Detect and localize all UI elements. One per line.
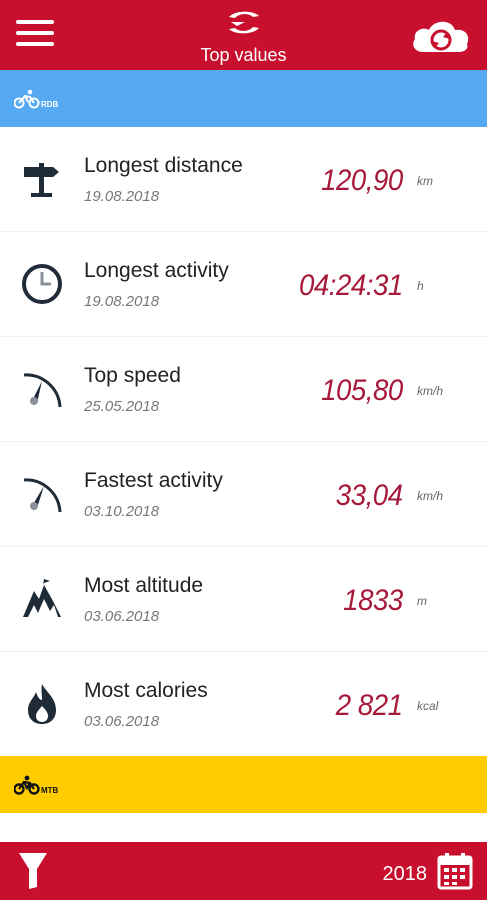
record-value: 120,90 xyxy=(321,164,403,197)
record-value: 2 821 xyxy=(336,689,403,722)
filter-icon[interactable] xyxy=(18,851,48,891)
record-unit: kcal xyxy=(417,699,439,713)
record-unit: m xyxy=(417,594,427,608)
year-selector-label[interactable]: 2018 xyxy=(383,863,428,886)
record-value: 33,04 xyxy=(336,479,403,512)
record-unit: km xyxy=(417,174,433,188)
category-road[interactable]: RDB xyxy=(0,70,487,127)
records-list: Longest distance 19.08.2018 120,90 km Lo… xyxy=(0,127,487,757)
record-unit: h xyxy=(417,279,424,293)
category-road-label: RDB xyxy=(41,99,59,109)
app-header: Top values xyxy=(0,0,487,70)
record-title: Longest distance xyxy=(84,154,243,177)
flame-icon xyxy=(28,684,56,724)
record-title: Fastest activity xyxy=(84,469,223,492)
record-date: 03.06.2018 xyxy=(84,608,160,625)
record-most-calories[interactable]: Most calories 03.06.2018 2 821 kcal xyxy=(0,652,487,757)
app-footer: 2018 xyxy=(0,842,487,900)
record-value: 105,80 xyxy=(321,374,403,407)
record-date: 03.06.2018 xyxy=(84,713,160,730)
record-unit: km/h xyxy=(417,489,444,503)
app-logo-icon xyxy=(229,11,259,34)
record-date: 25.05.2018 xyxy=(84,398,160,415)
clock-icon xyxy=(22,264,62,304)
record-title: Most altitude xyxy=(84,574,204,597)
signpost-icon xyxy=(24,163,59,197)
speedometer-icon xyxy=(23,478,62,513)
record-date: 19.08.2018 xyxy=(84,293,160,310)
cloud-sync-icon[interactable] xyxy=(409,14,473,56)
record-value: 1833 xyxy=(343,584,403,617)
record-unit: km/h xyxy=(417,384,444,398)
record-most-altitude[interactable]: Most altitude 03.06.2018 1833 m xyxy=(0,547,487,652)
speedometer-icon xyxy=(23,373,62,408)
record-top-speed[interactable]: Top speed 25.05.2018 105,80 km/h xyxy=(0,337,487,442)
mountain-icon xyxy=(23,579,61,617)
road-bike-icon xyxy=(14,89,40,108)
record-title: Most calories xyxy=(84,679,208,702)
record-fastest-activity[interactable]: Fastest activity 03.10.2018 33,04 km/h xyxy=(0,442,487,547)
record-value: 04:24:31 xyxy=(299,269,403,302)
mountain-bike-icon xyxy=(14,775,40,795)
record-title: Top speed xyxy=(84,364,181,387)
record-longest-activity[interactable]: Longest activity 19.08.2018 04:24:31 h xyxy=(0,232,487,337)
record-date: 03.10.2018 xyxy=(84,503,160,520)
category-mtb-label: MTB xyxy=(41,785,59,795)
record-longest-distance[interactable]: Longest distance 19.08.2018 120,90 km xyxy=(0,127,487,232)
record-title: Longest activity xyxy=(84,259,229,282)
category-mtb[interactable]: MTB xyxy=(0,756,487,813)
calendar-icon[interactable] xyxy=(437,852,473,890)
record-date: 19.08.2018 xyxy=(84,188,160,205)
